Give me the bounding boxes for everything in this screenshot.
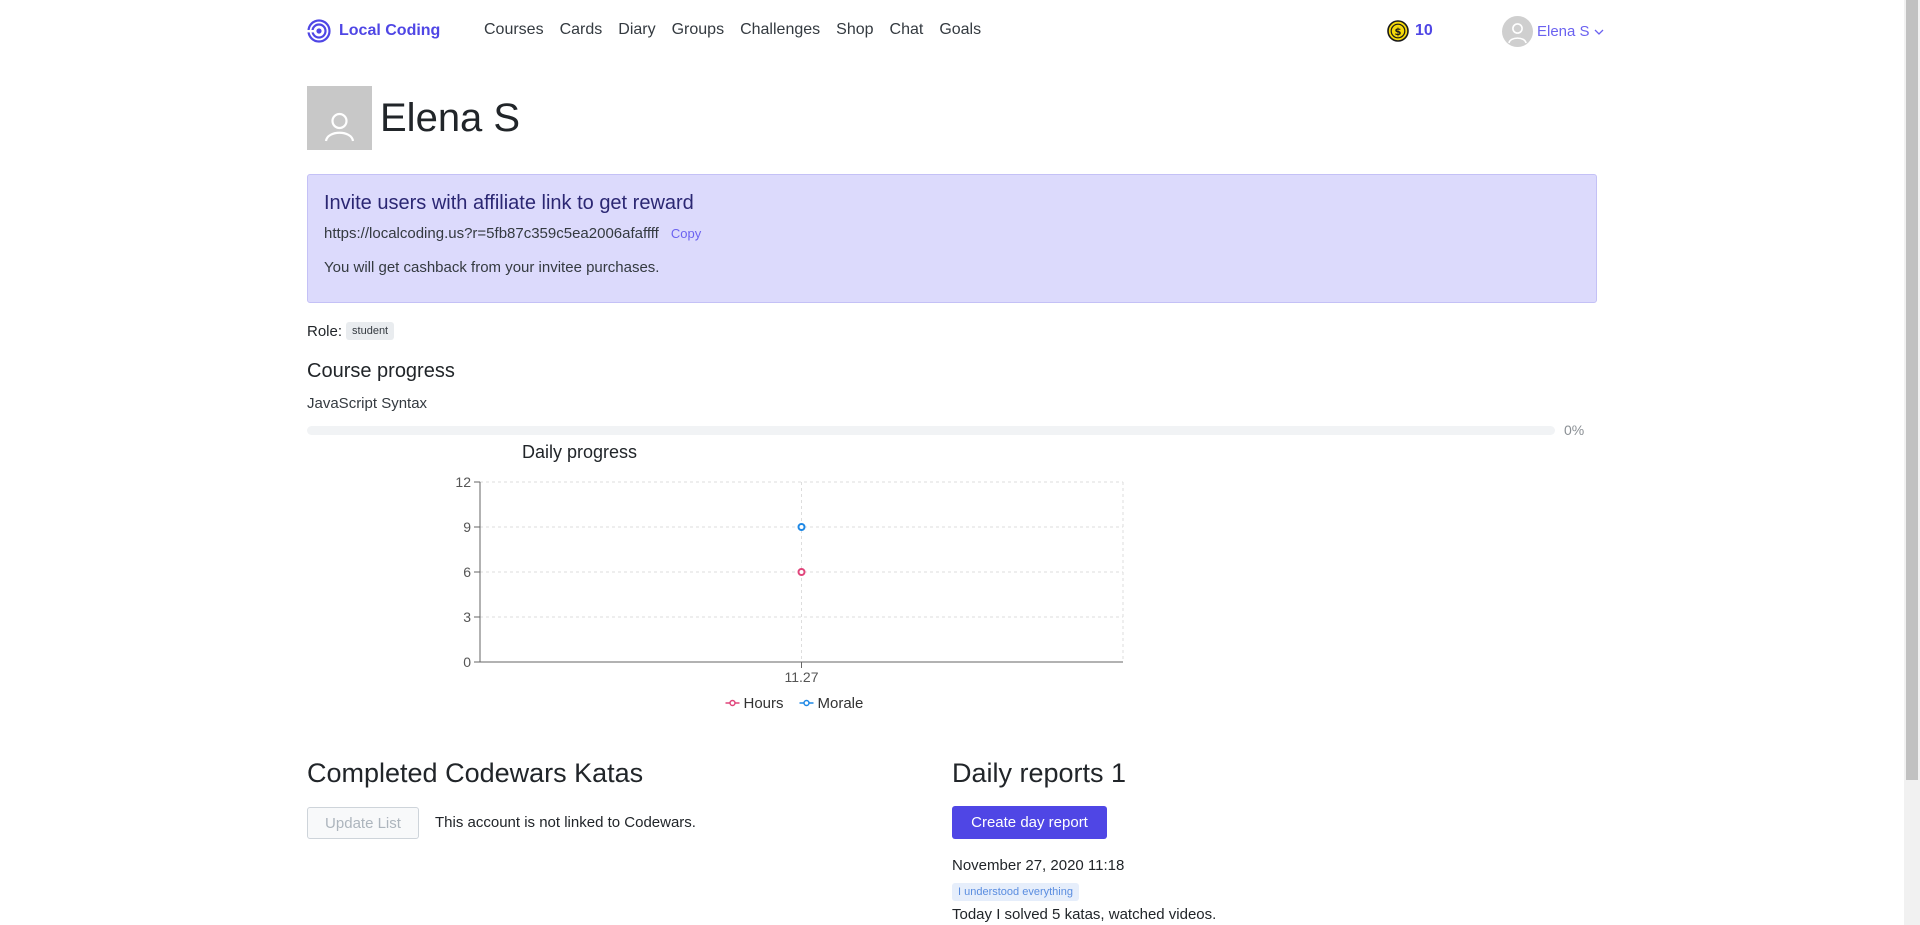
nav-link-chat[interactable]: Chat (890, 21, 924, 39)
chevron-down-icon (1594, 29, 1604, 35)
avatar (1502, 16, 1533, 47)
affiliate-note: You will get cashback from your invitee … (324, 259, 660, 276)
course-progress-percent: 0% (1564, 422, 1585, 438)
data-point-morale (797, 523, 806, 531)
nav-link-courses[interactable]: Courses (484, 21, 544, 39)
daily-progress-chart: 0 3 6 9 12 11.27Hours Morale (455, 474, 1124, 712)
role-label: Role: (307, 322, 343, 340)
y-tick-label: 6 (463, 564, 471, 580)
legend-label-morale: Morale (818, 695, 864, 712)
scrollbar-thumb[interactable] (1906, 0, 1918, 780)
legend-label-hours: Hours (744, 695, 784, 712)
course-name[interactable]: JavaScript Syntax (307, 395, 427, 412)
user-menu-toggle[interactable]: Elena S (1502, 16, 1604, 47)
brand-link[interactable]: Local Coding (307, 19, 440, 43)
x-tick-label: 11.27 (785, 669, 819, 685)
page-scrollbar[interactable] (1904, 0, 1920, 925)
main-nav: Courses Cards Diary Groups Challenges Sh… (484, 21, 997, 39)
nav-link-shop[interactable]: Shop (836, 21, 873, 39)
chart-title: Daily progress (522, 442, 638, 462)
report-text: Today I solved 5 katas, watched videos. (952, 906, 1217, 923)
nav-link-cards[interactable]: Cards (560, 21, 603, 39)
y-tick-label: 0 (463, 654, 471, 670)
role-row: Role: student (307, 322, 395, 340)
data-point-hours (797, 568, 806, 576)
user-avatar-icon (1508, 23, 1527, 44)
copy-link-button[interactable]: Copy (671, 226, 701, 241)
nav-link-diary[interactable]: Diary (618, 21, 655, 39)
coin-balance[interactable]: $ 10 (1387, 20, 1433, 42)
coin-icon: $ (1387, 20, 1409, 42)
legend-marker-morale (803, 699, 810, 707)
codewars-note: This account is not linked to Codewars. (435, 814, 696, 831)
report-date: November 27, 2020 11:18 (952, 857, 1125, 874)
profile-name: Elena S (380, 95, 521, 140)
create-day-report-button[interactable]: Create day report (952, 806, 1107, 839)
nav-link-goals[interactable]: Goals (939, 21, 981, 39)
report-tag: I understood everything (952, 883, 1079, 901)
affiliate-link-row: https://localcoding.us?r=5fb87c359c5ea20… (324, 225, 1580, 242)
course-progress-bar (307, 426, 1555, 435)
role-badge: student (346, 322, 395, 340)
brand-name: Local Coding (339, 22, 441, 39)
svg-text:$: $ (1395, 27, 1402, 38)
user-avatar-icon (324, 112, 355, 142)
nav-link-challenges[interactable]: Challenges (740, 21, 820, 39)
y-tick-label: 3 (463, 609, 471, 625)
affiliate-link[interactable]: https://localcoding.us?r=5fb87c359c5ea20… (324, 225, 659, 242)
top-navbar: Local Coding Courses Cards Diary Groups … (0, 0, 1904, 64)
y-tick-label: 12 (455, 474, 471, 490)
legend-marker-hours (729, 699, 736, 707)
course-progress-title: Course progress (307, 360, 455, 382)
affiliate-title: Invite users with affiliate link to get … (324, 192, 694, 214)
coin-count: 10 (1415, 22, 1433, 39)
nav-link-groups[interactable]: Groups (672, 21, 724, 39)
profile-avatar (307, 86, 372, 150)
target-logo-icon (307, 19, 331, 43)
y-tick-label: 9 (463, 519, 471, 535)
daily-reports-title: Daily reports 1 (952, 758, 1127, 788)
codewars-title: Completed Codewars Katas (307, 758, 644, 788)
profile-header: Elena S (307, 86, 520, 150)
update-list-button[interactable]: Update List (307, 807, 419, 839)
affiliate-banner: Invite users with affiliate link to get … (307, 174, 1597, 303)
user-name: Elena S (1537, 23, 1590, 40)
